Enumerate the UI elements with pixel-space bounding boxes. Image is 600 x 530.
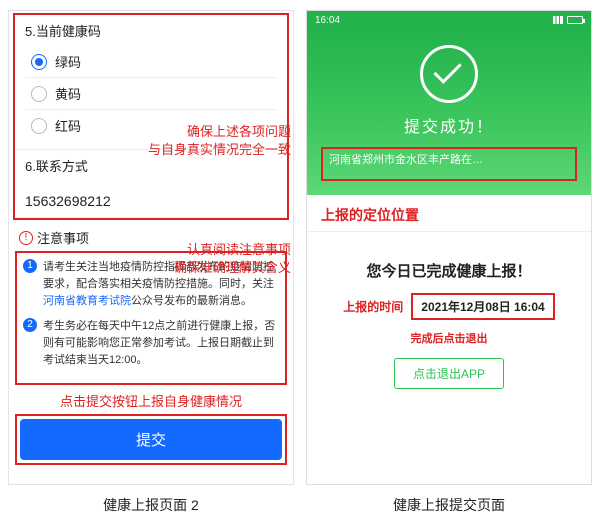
radio-label: 绿码	[55, 52, 81, 71]
caption-right: 健康上报提交页面	[306, 495, 592, 515]
done-title: 您今日已完成健康上报！	[307, 260, 591, 281]
status-icons	[553, 16, 583, 24]
success-banner: 提交成功！ 河南省郑州市金水区丰产路在…	[307, 29, 591, 195]
radio-option-green[interactable]: 绿码	[25, 46, 277, 78]
notice-item-1: 1 请考生关注当地疫情防控指挥部发布的疫情防控要求，配合落实相关疫情防控措施。同…	[23, 259, 279, 310]
notice-heading: 注意事项	[37, 228, 89, 247]
battery-icon	[567, 16, 583, 24]
done-area: 您今日已完成健康上报！ 上报的时间 2021年12月08日 16:04 完成后点…	[307, 232, 591, 484]
notice1-text: 请考生关注当地疫情防控指挥部发布的疫情防控要求，配合落实相关疫情防控措施。同时，…	[43, 259, 279, 310]
signal-icon	[553, 16, 563, 24]
contact-section: 6.联系方式	[15, 149, 287, 189]
info-icon: !	[19, 231, 33, 245]
radio-icon	[31, 118, 47, 134]
radio-icon	[31, 86, 47, 102]
caption-left: 健康上报页面 2	[8, 495, 294, 515]
section5-title: 5.当前健康码	[25, 21, 277, 40]
radio-option-red[interactable]: 红码	[25, 110, 277, 141]
success-screenshot: 16:04 提交成功！ 河南省郑州市金水区丰产路在… 上报的定位位置 您今日已完…	[306, 10, 592, 485]
notice-body-box: 1 请考生关注当地疫情防控指挥部发布的疫情防控要求，配合落实相关疫情防控措施。同…	[15, 251, 287, 385]
address-box: 河南省郑州市金水区丰产路在…	[321, 147, 577, 181]
captions-row: 健康上报页面 2 健康上报提交页面	[8, 495, 592, 515]
radio-label: 黄码	[55, 84, 81, 103]
radio-option-yellow[interactable]: 黄码	[25, 78, 277, 110]
check-mark-icon	[433, 56, 461, 84]
submit-button[interactable]: 提交	[20, 419, 282, 460]
status-time: 16:04	[315, 15, 340, 26]
time-label: 上报的时间	[343, 298, 403, 315]
check-circle-icon	[420, 45, 478, 103]
notice-item-2: 2 考生务必在每天中午12点之前进行健康上报，否则有可能影响您正常参加考试。上报…	[23, 318, 279, 369]
notice-heading-row: ! 注意事项	[9, 220, 293, 251]
success-text: 提交成功！	[307, 113, 591, 137]
health-code-section: 5.当前健康码 绿码 黄码 红码	[15, 15, 287, 149]
phone-value: 15632698212	[15, 189, 287, 218]
section6-title: 6.联系方式	[25, 156, 277, 175]
notice2-text: 考生务必在每天中午12点之前进行健康上报，否则有可能影响您正常参加考试。上报日期…	[43, 318, 279, 369]
address-text: 河南省郑州市金水区丰产路在…	[329, 154, 483, 166]
time-row: 上报的时间 2021年12月08日 16:04	[307, 293, 591, 320]
time-value: 2021年12月08日 16:04	[411, 293, 554, 320]
number-badge-icon: 2	[23, 318, 37, 332]
location-label: 上报的定位位置	[307, 195, 591, 232]
radio-label: 红码	[55, 116, 81, 135]
health-code-section-box: 5.当前健康码 绿码 黄码 红码 确保上述各项问题 与自身真实情况完全一致 6.…	[13, 13, 289, 220]
notice1-link[interactable]: 河南省教育考试院	[43, 295, 131, 307]
exit-app-button[interactable]: 点击退出APP	[394, 358, 504, 389]
annotation-submit: 点击提交按钮上报自身健康情况	[9, 389, 293, 414]
exit-hint: 完成后点击退出	[307, 330, 591, 346]
submit-wrap: 提交	[9, 414, 293, 471]
status-bar: 16:04	[307, 11, 591, 29]
radio-icon	[31, 54, 47, 70]
number-badge-icon: 1	[23, 259, 37, 273]
form-screenshot: 5.当前健康码 绿码 黄码 红码 确保上述各项问题 与自身真实情况完全一致 6.…	[8, 10, 294, 485]
submit-button-box: 提交	[15, 414, 287, 465]
